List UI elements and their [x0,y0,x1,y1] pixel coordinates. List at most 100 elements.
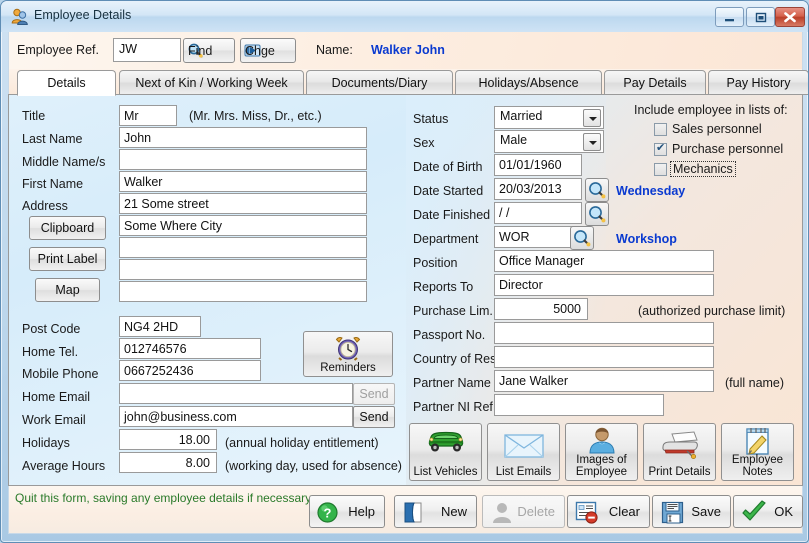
address-line-4-input[interactable] [119,259,367,280]
date-started-lookup-icon[interactable] [585,178,609,202]
tab-pay-details[interactable]: Pay Details [604,70,706,95]
partner-ni-input[interactable] [494,394,664,416]
checkbox-icon[interactable] [654,163,667,176]
chge-button-label: Chge [245,43,275,58]
print-label-button[interactable]: Print Label [29,247,106,271]
average-hours-label: Average Hours [22,459,106,473]
partner-ni-label: Partner NI Ref. [413,400,497,414]
department-input[interactable]: WOR [494,226,576,248]
reports-to-input[interactable]: Director [494,274,714,296]
printer-icon [660,431,700,459]
country-of-res-input[interactable] [494,346,714,368]
include-lists-heading: Include employee in lists of: [634,103,788,117]
status-select[interactable]: Married [494,106,604,129]
delete-button[interactable]: Delete [482,495,565,528]
reminders-button-label: Reminders [320,362,376,374]
home-tel-input[interactable]: 012746576 [119,338,261,359]
title-bar: Employee Details [1,1,808,32]
address-line-1-input[interactable]: 21 Some street [119,193,367,214]
help-button[interactable]: ? Help [309,495,385,528]
close-icon[interactable] [775,7,805,27]
chge-button[interactable]: Chge [240,38,296,63]
new-button[interactable]: New [394,495,477,528]
holidays-hint: (annual holiday entitlement) [225,436,379,450]
holidays-label: Holidays [22,436,70,450]
header-bar: Employee Ref. JW Find Chge Name: Walker … [8,32,803,69]
home-email-input[interactable] [119,383,353,404]
address-line-5-input[interactable] [119,281,367,302]
tab-details[interactable]: Details [17,70,116,96]
employee-notes-button[interactable]: Employee Notes [721,423,794,481]
position-input[interactable]: Office Manager [494,250,714,272]
reminders-button[interactable]: Reminders [303,331,393,377]
list-emails-button[interactable]: List Emails [487,423,560,481]
home-email-label: Home Email [22,390,91,404]
home-email-send-label: Send [359,387,389,401]
last-name-label: Last Name [22,132,83,146]
date-finished-label: Date Finished [413,208,491,222]
tab-documents-diary[interactable]: Documents/Diary [306,70,453,95]
partner-name-hint: (full name) [725,376,785,390]
title-hint: (Mr. Mrs. Miss, Dr., etc.) [189,109,322,123]
date-finished-lookup-icon[interactable] [585,202,609,226]
department-lookup-icon[interactable] [570,226,594,250]
status-message: Quit this form, saving any employee deta… [15,491,314,505]
delete-button-label: Delete [517,504,555,519]
checkbox-checked-icon[interactable] [654,141,667,156]
tab-next-of-kin[interactable]: Next of Kin / Working Week [119,70,304,95]
work-email-send-button[interactable]: Send [353,406,395,428]
map-button[interactable]: Map [35,278,100,302]
post-code-input[interactable]: NG4 2HD [119,316,201,337]
average-hours-input[interactable]: 8.00 [119,452,217,473]
passport-no-input[interactable] [494,322,714,344]
first-name-input[interactable]: Walker [119,171,367,192]
ok-button-label: OK [774,504,793,519]
tab-holidays-absence[interactable]: Holidays/Absence [455,70,602,95]
work-email-label: Work Email [22,413,86,427]
clipboard-button-label: Clipboard [40,221,95,235]
tab-holidays-absence-label: Holidays/Absence [478,75,579,90]
department-label: Department [413,232,479,246]
checkbox-icon[interactable] [654,123,667,136]
chevron-down-icon[interactable] [583,109,601,127]
delete-person-icon [491,501,513,524]
employee-ref-input[interactable]: JW [113,38,181,62]
employee-name-value: Walker John [371,43,445,57]
alarm-clock-icon [335,336,361,361]
window-title: Employee Details [34,8,132,22]
address-line-2-input[interactable]: Some Where City [119,215,367,236]
save-button[interactable]: Save [652,495,731,528]
mobile-phone-input[interactable]: 0667252436 [119,360,261,381]
partner-name-input[interactable]: Jane Walker [494,370,714,392]
holidays-input[interactable]: 18.00 [119,429,217,450]
tab-pay-history[interactable]: Pay History [708,70,808,95]
ok-button[interactable]: OK [733,495,803,528]
find-button[interactable]: Find [183,38,235,63]
sex-select[interactable]: Male [494,130,604,153]
car-icon [427,428,465,454]
work-email-input[interactable]: john@business.com [119,406,353,427]
date-finished-input[interactable]: / / [494,202,582,224]
home-email-send-button[interactable]: Send [353,383,395,405]
address-line-3-input[interactable] [119,237,367,258]
passport-no-label: Passport No. [413,328,486,342]
minimize-icon[interactable] [715,7,744,27]
mobile-phone-label: Mobile Phone [22,367,99,381]
clipboard-button[interactable]: Clipboard [29,216,106,240]
images-of-employee-button[interactable]: Images of Employee [565,423,638,481]
clear-button-label: Clear [608,504,640,519]
maximize-icon[interactable] [746,7,775,27]
title-input[interactable]: Mr [119,105,177,126]
purchase-lim-input[interactable]: 5000 [494,298,588,320]
date-of-birth-input[interactable]: 01/01/1960 [494,154,582,176]
date-started-input[interactable]: 20/03/2013 [494,178,582,200]
list-vehicles-button-real[interactable]: List Vehicles [409,423,482,481]
chevron-down-icon[interactable] [583,133,601,151]
middle-names-input[interactable] [119,149,367,170]
print-details-button[interactable]: Print Details [643,423,716,481]
notepad-pencil-icon [743,426,773,456]
save-disk-icon [661,501,684,524]
clear-button[interactable]: Clear [567,495,650,528]
employees-icon [11,8,29,25]
last-name-input[interactable]: John [119,127,367,148]
